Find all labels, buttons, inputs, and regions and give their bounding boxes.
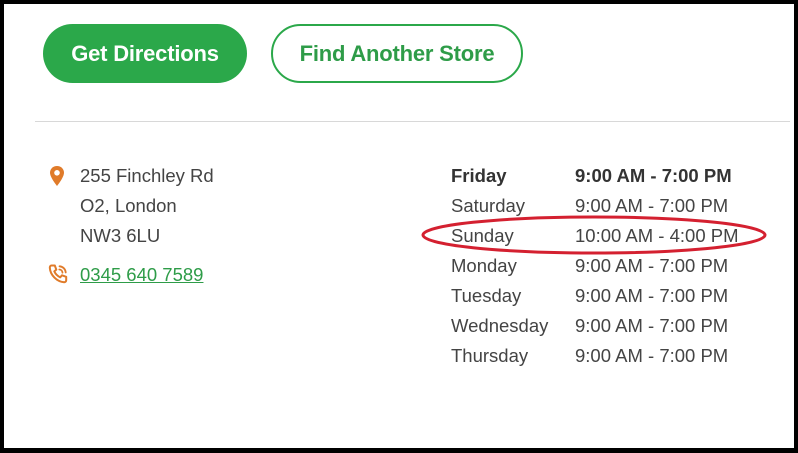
hours-time: 9:00 AM - 7:00 PM: [575, 255, 729, 276]
hours-day: Monday: [451, 255, 517, 276]
hours-time: 10:00 AM - 4:00 PM: [575, 225, 739, 246]
hours-time: 9:00 AM - 7:00 PM: [575, 315, 729, 336]
hours-time: 9:00 AM - 7:00 PM: [575, 195, 729, 216]
hours-time: 9:00 AM - 7:00 PM: [575, 285, 729, 306]
map-pin-icon: [50, 166, 64, 186]
hours-day: Tuesday: [451, 285, 522, 306]
section-divider: [35, 121, 790, 122]
hours-day: Thursday: [451, 345, 529, 366]
hours-day: Friday: [451, 165, 507, 186]
get-directions-button[interactable]: Get Directions: [43, 24, 247, 83]
address-line-3: NW3 6LU: [80, 225, 161, 246]
hours-row-sunday: Sunday 10:00 AM - 4:00 PM: [451, 225, 771, 255]
address-line-2: O2, London: [80, 195, 177, 216]
hours-row-saturday: Saturday 9:00 AM - 7:00 PM: [451, 195, 771, 225]
hours-day: Wednesday: [451, 315, 549, 336]
phone-ringing-icon: [48, 264, 68, 284]
hours-row-friday: Friday 9:00 AM - 7:00 PM: [451, 165, 771, 195]
hours-row-tuesday: Tuesday 9:00 AM - 7:00 PM: [451, 285, 771, 315]
find-another-store-button[interactable]: Find Another Store: [271, 24, 523, 83]
hours-day: Sunday: [451, 225, 514, 246]
hours-row-thursday: Thursday 9:00 AM - 7:00 PM: [451, 345, 771, 375]
hours-day: Saturday: [451, 195, 526, 216]
phone-number-link[interactable]: 0345 640 7589: [80, 264, 203, 286]
hours-time: 9:00 AM - 7:00 PM: [575, 345, 729, 366]
hours-row-monday: Monday 9:00 AM - 7:00 PM: [451, 255, 771, 285]
hours-time: 9:00 AM - 7:00 PM: [575, 165, 732, 186]
hours-row-wednesday: Wednesday 9:00 AM - 7:00 PM: [451, 315, 771, 345]
address-line-1: 255 Finchley Rd: [80, 165, 214, 186]
